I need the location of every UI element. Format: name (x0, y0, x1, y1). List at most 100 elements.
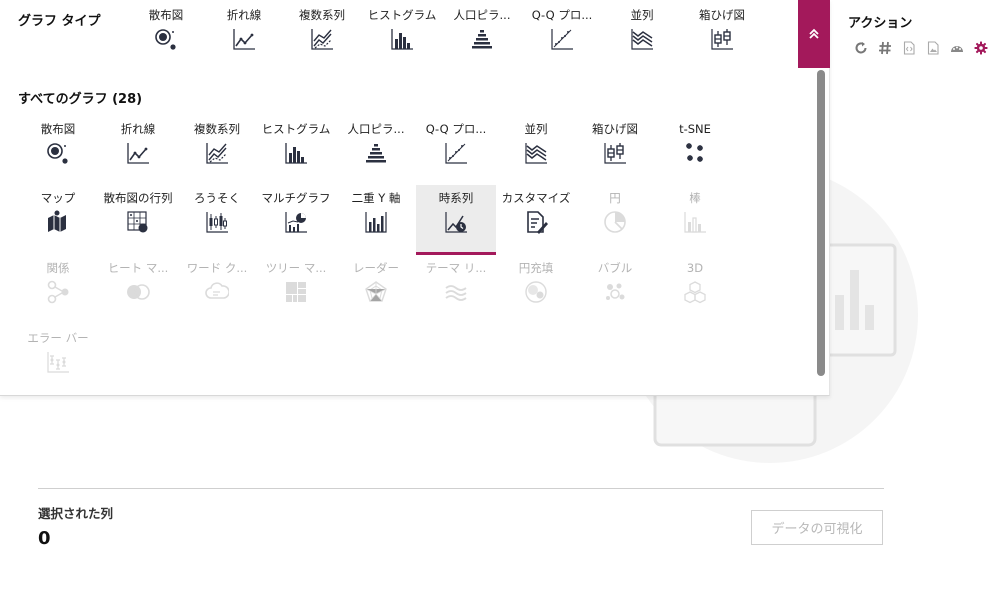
panel-scrollbar[interactable] (817, 70, 825, 380)
chart-type-strip-item[interactable]: 並列 (602, 8, 682, 68)
map-icon (48, 210, 66, 232)
chart-type-item[interactable]: 散布図 (18, 122, 98, 182)
chart-type-label: Q-Q プロ... (425, 122, 487, 136)
histogram-icon (391, 29, 413, 50)
chart-type-item[interactable]: 散布図の行列 (98, 191, 178, 251)
chart-type-label: 複数系列 (194, 122, 240, 136)
radar-icon (365, 281, 387, 302)
chart-type-label: t-SNE (679, 122, 711, 136)
chart-type-label: マップ (40, 191, 76, 205)
chart-type-title: グラフ タイプ (18, 14, 101, 29)
boxplot-icon (604, 143, 626, 164)
chart-type-label: Q-Q プロ... (531, 8, 593, 22)
customize-icon (527, 211, 548, 234)
multi-series-icon (311, 29, 333, 50)
chart-type-label: テーマ リ... (425, 261, 487, 275)
line-chart-icon (233, 29, 255, 50)
scatter-icon (47, 143, 68, 164)
chart-type-label: ヒストグラム (261, 122, 331, 136)
code-file-icon[interactable] (902, 40, 916, 55)
multigraph-icon (285, 212, 307, 233)
chart-type-label: 棒 (689, 191, 701, 205)
chart-type-item[interactable]: Q-Q プロ... (416, 122, 496, 182)
app-root: グラフ タイプ 散布図 折れ線 複数系列 ヒストグラム 人口ピラ... Q-Q プロ...… (0, 0, 1000, 598)
chart-type-label: 散布図の行列 (103, 191, 173, 205)
chart-type-item: ワード ク... (177, 261, 257, 321)
chart-type-item[interactable]: マルチグラフ (256, 191, 336, 251)
chart-type-label: ヒストグラム (367, 8, 437, 22)
tsne-icon (686, 143, 703, 162)
chart-type-item[interactable]: ヒストグラム (256, 122, 336, 182)
chart-type-label: カスタマイズ (501, 191, 571, 205)
chart-type-item: レーダー (336, 261, 416, 321)
chart-type-label: 折れ線 (120, 122, 156, 136)
error-bar-icon (47, 352, 69, 373)
collapse-panel-button[interactable] (798, 0, 830, 68)
word-cloud-icon (205, 282, 229, 299)
chart-type-item: ヒート マ... (98, 261, 178, 321)
chart-type-item: 3D (655, 261, 735, 321)
chart-type-panel: グラフ タイプ 散布図 折れ線 複数系列 ヒストグラム 人口ピラ... Q-Q プロ...… (0, 0, 830, 396)
chart-type-label: ツリー マ... (265, 261, 327, 275)
bar-icon (684, 212, 706, 233)
chart-type-item[interactable]: マップ (18, 191, 98, 251)
chart-type-label: 並列 (524, 122, 548, 136)
chart-type-label: マルチグラフ (261, 191, 331, 205)
chart-type-label: 箱ひげ図 (592, 122, 638, 136)
selected-columns-count: 0 (38, 528, 51, 549)
3d-icon (684, 281, 706, 304)
chart-type-item: 棒 (655, 191, 735, 251)
scatter-icon (155, 29, 176, 50)
candlestick-icon (206, 212, 228, 233)
image-file-icon[interactable] (926, 40, 940, 55)
time-series-icon (445, 212, 467, 233)
chart-type-strip-item[interactable]: 折れ線 (204, 8, 284, 68)
chart-type-label: バブル (597, 261, 633, 275)
chart-type-label: 散布図 (148, 8, 184, 22)
dual-axis-icon (365, 212, 387, 233)
refresh-icon[interactable] (854, 40, 868, 54)
chart-type-strip-item[interactable]: 散布図 (126, 8, 206, 68)
chart-type-item[interactable]: 並列 (496, 122, 576, 182)
chart-type-strip-item[interactable]: 箱ひげ図 (682, 8, 762, 68)
heatmap-icon (127, 284, 150, 300)
section-divider (38, 488, 884, 489)
chart-type-label: 人口ピラ... (347, 122, 405, 136)
visualize-data-button[interactable]: データの可視化 (751, 510, 883, 545)
circle-packing-icon (525, 281, 547, 303)
chevron-double-up-icon (809, 28, 819, 39)
dashboard-icon[interactable] (950, 40, 964, 54)
chart-type-strip-item[interactable]: ヒストグラム (362, 8, 442, 68)
chart-type-item[interactable]: 二重 Y 軸 (336, 191, 416, 251)
chart-type-strip: 散布図 折れ線 複数系列 ヒストグラム 人口ピラ... Q-Q プロ... 並列 箱ひげ図 (120, 8, 800, 54)
pie-icon (604, 211, 626, 233)
chart-type-item[interactable]: 箱ひげ図 (575, 122, 655, 182)
chart-type-item[interactable]: 時系列 (416, 185, 496, 255)
chart-type-label: ワード ク... (186, 261, 248, 275)
chart-type-strip-item[interactable]: 複数系列 (282, 8, 362, 68)
chart-type-label: 箱ひげ図 (699, 8, 745, 22)
chart-type-label: 円 (609, 191, 621, 205)
relationship-icon (47, 280, 69, 304)
chart-type-label: 円充填 (518, 261, 554, 275)
chart-type-item: テーマ リ... (416, 261, 496, 321)
chart-type-item[interactable]: t-SNE (655, 122, 735, 182)
chart-type-label: 散布図 (40, 122, 76, 136)
chart-type-item[interactable]: カスタマイズ (496, 191, 576, 251)
chart-type-label: 並列 (630, 8, 654, 22)
chart-type-strip-item[interactable]: Q-Q プロ... (522, 8, 602, 68)
chart-type-item: 円 (575, 191, 655, 251)
chart-type-strip-item[interactable]: 人口ピラ... (442, 8, 522, 68)
chart-type-label: エラー バー (27, 331, 89, 345)
chart-type-item[interactable]: ろうそく (177, 191, 257, 251)
qq-plot-icon (445, 143, 467, 164)
chart-type-label: 時系列 (438, 191, 474, 205)
scrollbar-thumb[interactable] (817, 70, 825, 376)
chart-type-item[interactable]: 人口ピラ... (336, 122, 416, 182)
chart-type-label: ろうそく (194, 191, 240, 205)
hash-icon[interactable] (878, 40, 892, 55)
qq-plot-icon (551, 29, 573, 50)
chart-type-item[interactable]: 複数系列 (177, 122, 257, 182)
chart-type-item[interactable]: 折れ線 (98, 122, 178, 182)
gear-icon[interactable] (974, 40, 988, 55)
